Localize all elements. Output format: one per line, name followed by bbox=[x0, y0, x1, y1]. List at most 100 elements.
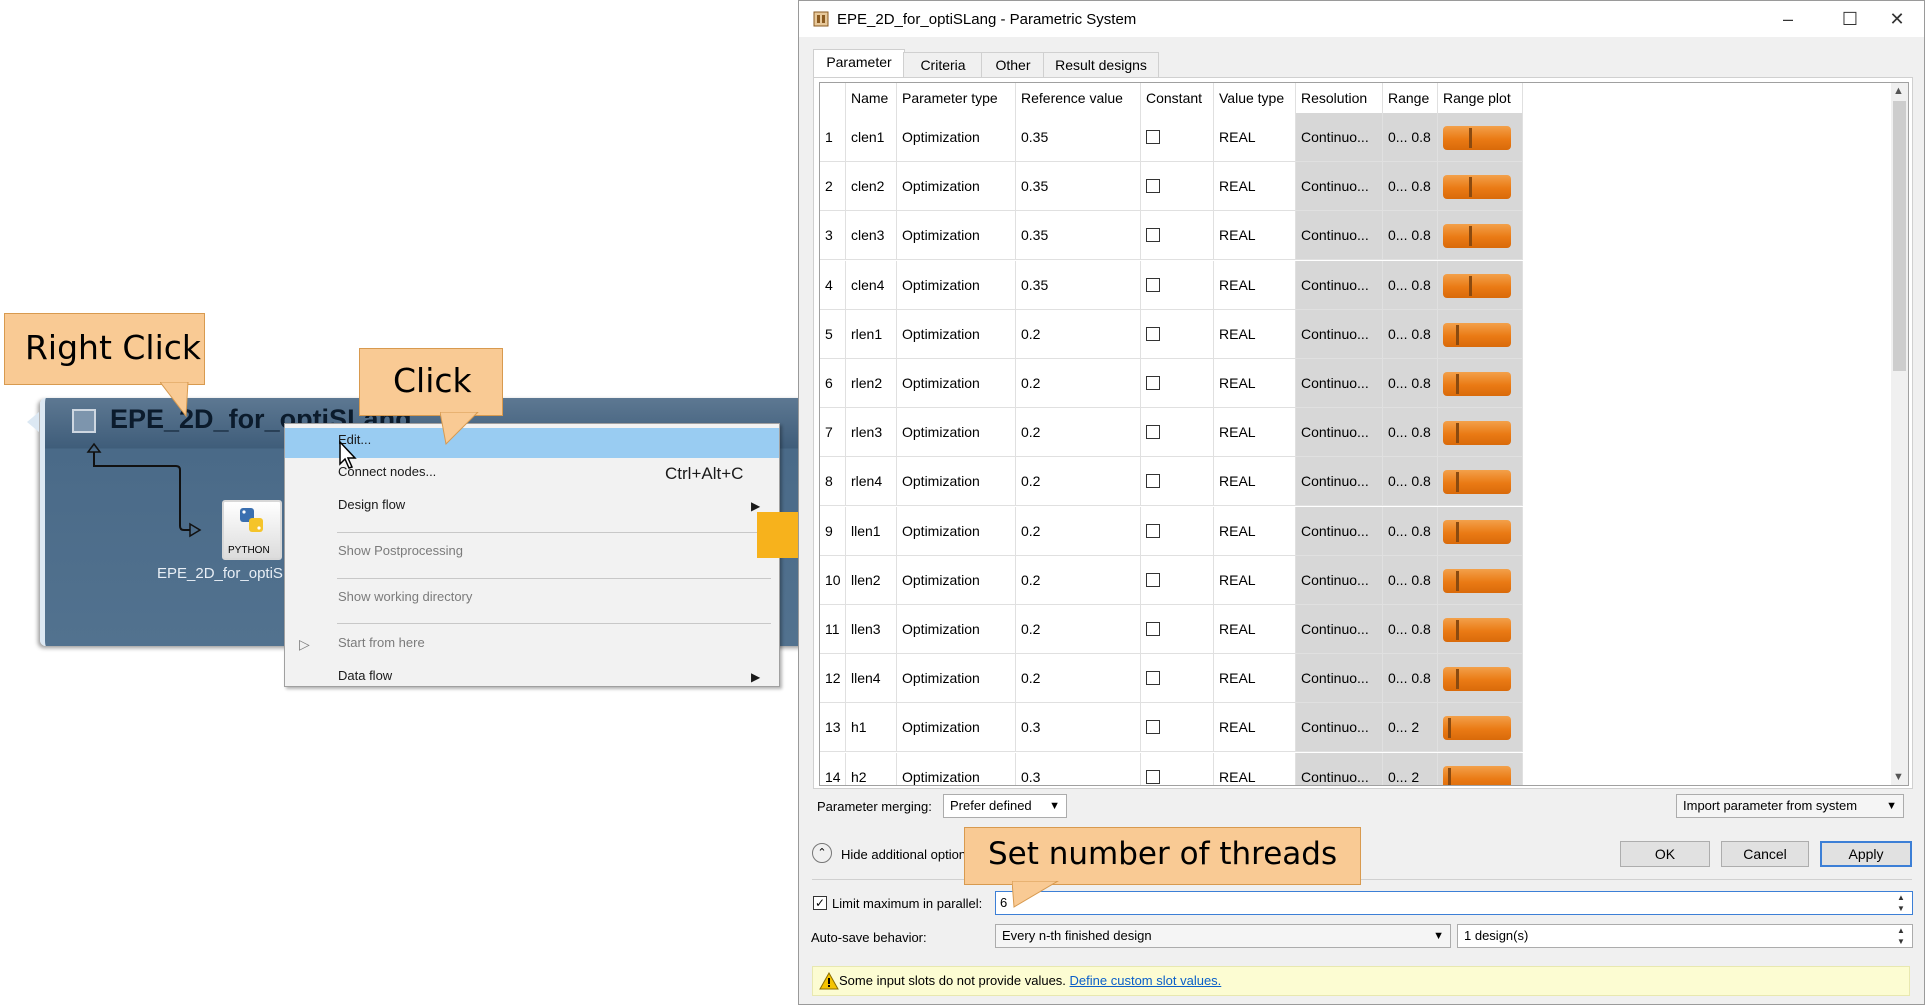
header-name[interactable]: Name bbox=[846, 83, 897, 113]
cell-name[interactable]: llen2 bbox=[846, 555, 897, 605]
cell-reference-value[interactable]: 0.2 bbox=[1016, 654, 1141, 704]
cell-range-plot[interactable] bbox=[1438, 752, 1523, 785]
cell-range[interactable]: 0... 0.8 bbox=[1383, 260, 1438, 310]
header-resolution[interactable]: Resolution bbox=[1296, 83, 1383, 113]
cell-value-type[interactable]: REAL bbox=[1214, 752, 1296, 785]
scrollbar-thumb[interactable] bbox=[1893, 101, 1906, 371]
cell-reference-value[interactable]: 0.3 bbox=[1016, 703, 1141, 753]
table-row[interactable]: 1 clen1 Optimization 0.35 REAL Continuo... 0..… bbox=[820, 113, 1892, 162]
constant-checkbox[interactable] bbox=[1146, 425, 1160, 440]
header-constant[interactable]: Constant bbox=[1141, 83, 1214, 113]
menu-item-design-flow[interactable]: Design flow ▶ bbox=[285, 493, 779, 523]
cell-parameter-type[interactable]: Optimization bbox=[897, 309, 1016, 359]
cell-resolution[interactable]: Continuo... bbox=[1296, 605, 1383, 654]
cell-constant[interactable] bbox=[1141, 359, 1214, 408]
menu-item-data-flow[interactable]: Data flow ▶ bbox=[285, 664, 779, 686]
cancel-button[interactable]: Cancel bbox=[1721, 841, 1809, 867]
constant-checkbox[interactable] bbox=[1146, 523, 1160, 538]
cell-name[interactable]: clen2 bbox=[846, 162, 897, 212]
spin-buttons[interactable]: ▲ ▼ bbox=[1893, 925, 1909, 947]
constant-checkbox[interactable] bbox=[1146, 671, 1160, 686]
table-row[interactable]: 10 llen2 Optimization 0.2 REAL Continuo... 0..… bbox=[820, 555, 1892, 605]
cell-name[interactable]: h1 bbox=[846, 703, 897, 753]
constant-checkbox[interactable] bbox=[1146, 326, 1160, 341]
header-range-plot[interactable]: Range plot bbox=[1438, 83, 1523, 113]
cell-constant[interactable] bbox=[1141, 408, 1214, 458]
apply-button[interactable]: Apply bbox=[1820, 841, 1912, 867]
cell-range-plot[interactable] bbox=[1438, 605, 1523, 654]
limit-parallel-input[interactable]: 6 bbox=[995, 891, 1913, 915]
cell-range[interactable]: 0... 2 bbox=[1383, 703, 1438, 753]
cell-reference-value[interactable]: 0.35 bbox=[1016, 211, 1141, 261]
cell-range[interactable]: 0... 0.8 bbox=[1383, 605, 1438, 654]
table-row[interactable]: 6 rlen2 Optimization 0.2 REAL Continuo... 0...… bbox=[820, 359, 1892, 408]
cell-value-type[interactable]: REAL bbox=[1214, 506, 1296, 556]
cell-reference-value[interactable]: 0.2 bbox=[1016, 457, 1141, 507]
tab-result-designs[interactable]: Result designs bbox=[1043, 52, 1159, 77]
cell-resolution[interactable]: Continuo... bbox=[1296, 408, 1383, 458]
cell-parameter-type[interactable]: Optimization bbox=[897, 260, 1016, 310]
cell-range-plot[interactable] bbox=[1438, 113, 1523, 162]
cell-parameter-type[interactable]: Optimization bbox=[897, 408, 1016, 458]
cell-range-plot[interactable] bbox=[1438, 309, 1523, 359]
cell-reference-value[interactable]: 0.3 bbox=[1016, 752, 1141, 785]
cell-parameter-type[interactable]: Optimization bbox=[897, 359, 1016, 408]
cell-range-plot[interactable] bbox=[1438, 555, 1523, 605]
maximize-button[interactable]: ☐ bbox=[1838, 7, 1862, 31]
cell-resolution[interactable]: Continuo... bbox=[1296, 703, 1383, 753]
cell-constant[interactable] bbox=[1141, 654, 1214, 704]
cell-range[interactable]: 0... 0.8 bbox=[1383, 211, 1438, 261]
header-range[interactable]: Range bbox=[1383, 83, 1438, 113]
table-row[interactable]: 3 clen3 Optimization 0.35 REAL Continuo... 0..… bbox=[820, 211, 1892, 261]
constant-checkbox[interactable] bbox=[1146, 720, 1160, 735]
cell-reference-value[interactable]: 0.2 bbox=[1016, 605, 1141, 654]
table-row[interactable]: 12 llen4 Optimization 0.2 REAL Continuo... 0..… bbox=[820, 654, 1892, 704]
table-row[interactable]: 2 clen2 Optimization 0.35 REAL Continuo... 0..… bbox=[820, 162, 1892, 212]
constant-checkbox[interactable] bbox=[1146, 622, 1160, 636]
cell-constant[interactable] bbox=[1141, 703, 1214, 753]
cell-parameter-type[interactable]: Optimization bbox=[897, 113, 1016, 162]
cell-range[interactable]: 0... 0.8 bbox=[1383, 113, 1438, 162]
cell-resolution[interactable]: Continuo... bbox=[1296, 211, 1383, 261]
cell-reference-value[interactable]: 0.2 bbox=[1016, 506, 1141, 556]
table-row[interactable]: 5 rlen1 Optimization 0.2 REAL Continuo... 0...… bbox=[820, 309, 1892, 359]
cell-value-type[interactable]: REAL bbox=[1214, 359, 1296, 408]
constant-checkbox[interactable] bbox=[1146, 130, 1160, 144]
header-reference-value[interactable]: Reference value bbox=[1016, 83, 1141, 113]
autosave-select[interactable]: Every n-th finished design ▼ bbox=[995, 924, 1451, 948]
cell-range-plot[interactable] bbox=[1438, 260, 1523, 310]
cell-range[interactable]: 0... 0.8 bbox=[1383, 359, 1438, 408]
cell-value-type[interactable]: REAL bbox=[1214, 555, 1296, 605]
close-button[interactable]: ✕ bbox=[1885, 7, 1909, 31]
constant-checkbox[interactable] bbox=[1146, 277, 1160, 292]
table-row[interactable]: 9 llen1 Optimization 0.2 REAL Continuo... 0...… bbox=[820, 506, 1892, 556]
cell-range[interactable]: 0... 0.8 bbox=[1383, 408, 1438, 458]
cell-range[interactable]: 0... 0.8 bbox=[1383, 457, 1438, 507]
cell-range[interactable]: 0... 0.8 bbox=[1383, 506, 1438, 556]
cell-range-plot[interactable] bbox=[1438, 408, 1523, 458]
cell-parameter-type[interactable]: Optimization bbox=[897, 555, 1016, 605]
constant-checkbox[interactable] bbox=[1146, 376, 1160, 390]
table-row[interactable]: 7 rlen3 Optimization 0.2 REAL Continuo... 0...… bbox=[820, 408, 1892, 458]
cell-value-type[interactable]: REAL bbox=[1214, 162, 1296, 212]
minimize-button[interactable]: – bbox=[1776, 7, 1800, 31]
cell-range-plot[interactable] bbox=[1438, 162, 1523, 212]
cell-range-plot[interactable] bbox=[1438, 359, 1523, 408]
python-node[interactable]: PYTHON bbox=[222, 500, 282, 560]
parameter-merging-select[interactable]: Prefer defined ▼ bbox=[943, 794, 1067, 818]
scroll-up-icon[interactable]: ▲ bbox=[1893, 85, 1904, 97]
cell-reference-value[interactable]: 0.35 bbox=[1016, 162, 1141, 212]
cell-resolution[interactable]: Continuo... bbox=[1296, 359, 1383, 408]
cell-name[interactable]: llen1 bbox=[846, 506, 897, 556]
cell-value-type[interactable]: REAL bbox=[1214, 113, 1296, 162]
cell-name[interactable]: rlen3 bbox=[846, 408, 897, 458]
cell-constant[interactable] bbox=[1141, 113, 1214, 162]
cell-resolution[interactable]: Continuo... bbox=[1296, 654, 1383, 704]
cell-range[interactable]: 0... 0.8 bbox=[1383, 162, 1438, 212]
tab-parameter[interactable]: Parameter bbox=[813, 49, 905, 78]
constant-checkbox[interactable] bbox=[1146, 572, 1160, 587]
cell-parameter-type[interactable]: Optimization bbox=[897, 703, 1016, 753]
cell-range[interactable]: 0... 0.8 bbox=[1383, 309, 1438, 359]
cell-constant[interactable] bbox=[1141, 506, 1214, 556]
table-row[interactable]: 11 llen3 Optimization 0.2 REAL Continuo... 0..… bbox=[820, 605, 1892, 654]
